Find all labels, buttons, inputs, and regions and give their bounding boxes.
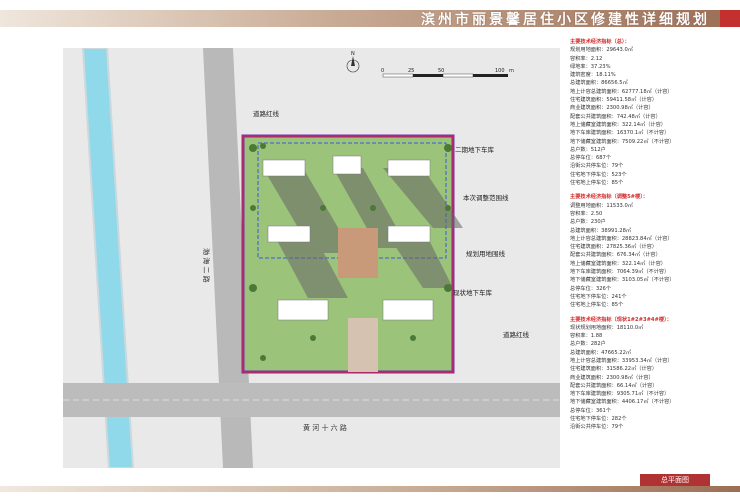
svg-text:100: 100: [495, 68, 505, 74]
indicator-row: 建筑密度：18.11%: [570, 72, 616, 79]
indicator-row: 容积率：2.50: [570, 210, 603, 217]
indicator-row: 地下车库建筑面积：9305.71㎡（不计容）: [570, 391, 670, 398]
section3-rows: 现状规划用地面积：18110.0㎡ 容积率：1.88 总户数：282户 总建筑面积：4…: [570, 324, 735, 432]
indicator-row: 总户数：282户: [570, 341, 606, 348]
indicator-row: 沿街公共停车位：79个: [570, 424, 624, 431]
footer-strip: [0, 486, 740, 492]
indicator-row: 住宅地下停车位：282个: [570, 416, 627, 423]
tech-indicators-panel: 主要技术经济指标（总）： 规划用地面积：29643.0㎡ 容积率：2.12 绿地率：…: [570, 38, 735, 468]
indicator-row: 地上储藏室建筑面积：322.14㎡（计容）: [570, 121, 666, 128]
section3-title: 主要技术经济指标（现状1#2#3#4#楼）：: [570, 316, 672, 323]
indicator-row: 沿街公共停车位：79个: [570, 163, 624, 170]
indicator-row: 地上计容总建筑面积：28823.84㎡（计容）: [570, 235, 673, 242]
indicator-row: 地下储藏室建筑面积：3103.05㎡（不计容）: [570, 277, 675, 284]
indicator-row: 总建筑面积：38991.28㎡: [570, 227, 632, 234]
indicator-row: 地上储藏室建筑面积：322.14㎡（计容）: [570, 260, 666, 267]
central-plaza: [338, 228, 378, 278]
indicator-row: 地下车库建筑面积：7064.39㎡（不计容）: [570, 269, 670, 276]
callout-existing-garage: 现状地下车库: [453, 288, 493, 297]
indicator-row: 住宅地上停车位：85个: [570, 302, 624, 309]
section2-title: 主要技术经济指标（调整5#楼）：: [570, 194, 648, 201]
callout-phase2-garage: 二期地下车库: [455, 145, 495, 154]
site-plan: 0 25 50 100 m N 渤 海 二 路 黄 河 十 六 路 道路红线 二…: [63, 48, 560, 468]
indicator-row: 总户数：230户: [570, 219, 606, 226]
indicator-row: 住宅地下停车位：523个: [570, 171, 627, 178]
indicator-row: 商业建筑面积：2300.98㎡（计容）: [570, 374, 654, 381]
callout-road-redline-bottom: 道路红线: [503, 330, 530, 339]
title-bar: 滨州市丽景馨居住小区修建性详细规划: [0, 0, 740, 30]
indicator-row: 住宅地下停车位：241个: [570, 293, 627, 300]
indicator-row: 总停车位：361个: [570, 407, 612, 414]
indicator-row: 地上计容总建筑面积：62777.18㎡（计容）: [570, 88, 673, 95]
indicator-row: 地下储藏室建筑面积：7509.22㎡（不计容）: [570, 138, 675, 145]
indicator-row: 住宅建筑面积：27825.36㎡（计容）: [570, 244, 658, 251]
indicator-row: 绿地率：37.23%: [570, 63, 611, 70]
indicator-row: 容积率：2.12: [570, 55, 603, 62]
indicator-row: 配套公共建筑面积：66.14㎡（计容）: [570, 382, 658, 389]
indicator-row: 容积率：1.88: [570, 333, 603, 340]
callout-planning-land: 规划用地围线: [466, 249, 506, 258]
drawing-label: 总平面图: [640, 474, 710, 486]
title-accent: [720, 10, 740, 27]
indicator-row: 地下储藏室建筑面积：4406.17㎡（不计容）: [570, 399, 675, 406]
indicator-row: 地下车库建筑面积：16370.1㎡（不计容）: [570, 130, 670, 137]
svg-text:25: 25: [408, 68, 414, 74]
section2-rows: 调整用地面积：11533.0㎡ 容积率：2.50 总户数：230户 总建筑面积：389…: [570, 202, 735, 310]
indicator-row: 配套公共建筑面积：676.34㎡（计容）: [570, 252, 661, 259]
indicator-row: 配套公共建筑面积：742.48㎡（计容）: [570, 113, 661, 120]
indicator-row: 总停车位：326个: [570, 285, 612, 292]
indicator-row: 规划用地面积：29643.0㎡: [570, 47, 633, 54]
svg-text:m: m: [509, 68, 514, 74]
section1-title: 主要技术经济指标（总）：: [570, 39, 630, 45]
section1-rows: 规划用地面积：29643.0㎡ 容积率：2.12 绿地率：37.23% 建筑密度：18…: [570, 46, 735, 187]
indicator-row: 总建筑面积：86656.5㎡: [570, 80, 628, 87]
indicator-row: 地上计容总建筑面积：33953.34㎡（计容）: [570, 357, 673, 364]
indicator-row: 商业建筑面积：2300.98㎡（计容）: [570, 105, 654, 112]
footer: 总平面图: [0, 470, 740, 498]
svg-text:N: N: [351, 51, 355, 57]
callout-adjust-scope: 本次调整范围线: [463, 193, 509, 202]
callout-road-redline-top: 道路红线: [253, 109, 280, 118]
indicator-row: 住宅建筑面积：31586.22㎡（计容）: [570, 366, 658, 373]
indicator-row: 总停车位：687个: [570, 155, 612, 162]
indicator-row: 住宅地上停车位：85个: [570, 180, 624, 187]
svg-text:渤 海 二 路: 渤 海 二 路: [202, 248, 211, 283]
road-horizontal-label: 黄 河 十 六 路: [303, 423, 347, 432]
indicator-row: 现状规划用地面积：18110.0㎡: [570, 324, 644, 331]
svg-text:0: 0: [381, 68, 384, 74]
page-title: 滨州市丽景馨居住小区修建性详细规划: [421, 12, 710, 28]
road-vertical-label: 渤 海 二 路: [202, 248, 211, 283]
indicator-row: 住宅建筑面积：59411.58㎡（计容）: [570, 97, 658, 104]
indicator-row: 调整用地面积：11533.0㎡: [570, 202, 633, 209]
svg-text:50: 50: [438, 68, 444, 74]
indicator-row: 总建筑面积：47665.22㎡: [570, 349, 632, 356]
indicator-row: 总户数：512户: [570, 146, 606, 153]
